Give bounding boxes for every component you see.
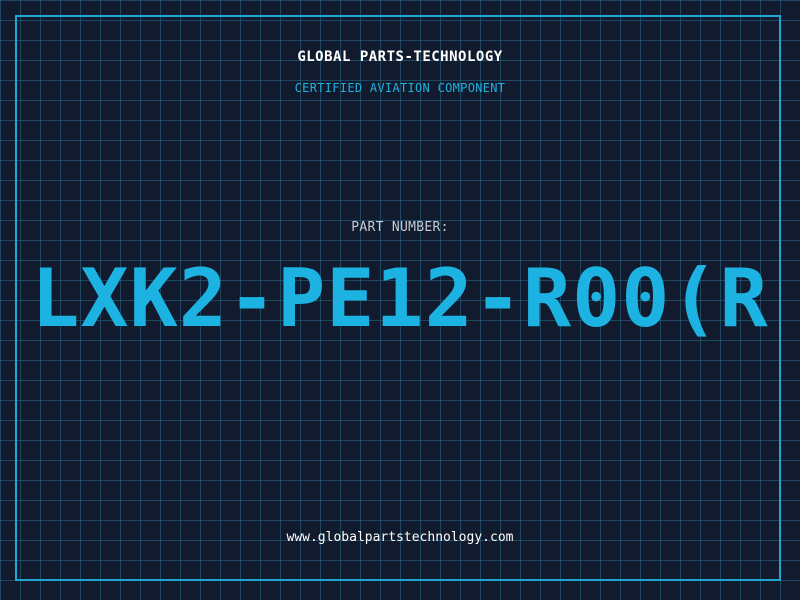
label-canvas: GLOBAL PARTS-TECHNOLOGY CERTIFIED AVIATI… [0, 0, 800, 600]
certification-subtitle: CERTIFIED AVIATION COMPONENT [294, 81, 506, 95]
website-url: www.globalpartstechnology.com [286, 530, 514, 545]
part-number-label: PART NUMBER: [351, 220, 449, 235]
part-number-value: LXK2-PE12-R00(R [31, 252, 769, 345]
company-name: GLOBAL PARTS-TECHNOLOGY [297, 49, 503, 65]
